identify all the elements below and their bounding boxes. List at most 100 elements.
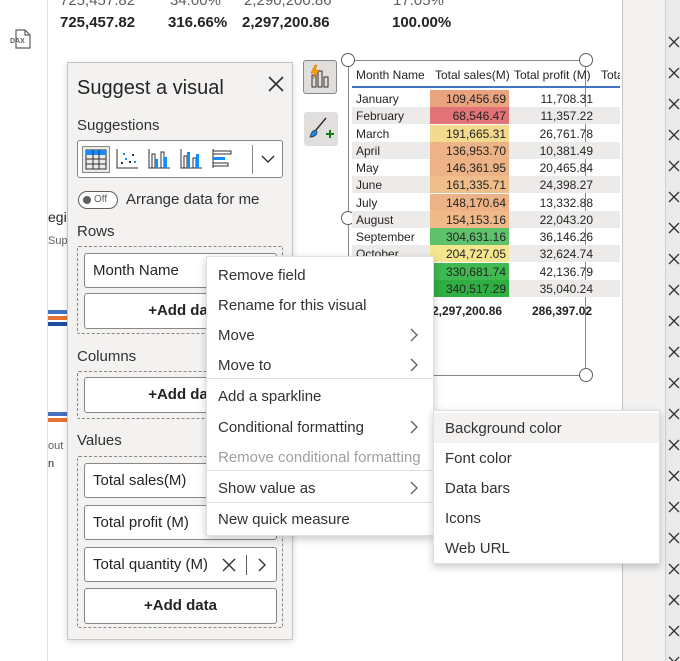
field-name: Total quantity (M) bbox=[93, 556, 209, 573]
suggest-visual-button[interactable] bbox=[303, 60, 337, 94]
column-header[interactable]: Month Name bbox=[356, 68, 425, 82]
chevron-right-icon bbox=[407, 420, 421, 434]
peek-text: n bbox=[48, 458, 55, 470]
chevron-down-icon[interactable] bbox=[258, 149, 278, 169]
sales-value: 68,546.47 bbox=[452, 109, 506, 124]
close-icon[interactable] bbox=[668, 408, 680, 420]
close-icon[interactable] bbox=[668, 439, 680, 451]
close-icon[interactable] bbox=[668, 160, 680, 172]
peek-bar bbox=[48, 322, 67, 326]
column-header[interactable]: Total sales(M) bbox=[435, 68, 510, 82]
menu-item[interactable]: Rename for this visual bbox=[207, 290, 433, 320]
close-button[interactable] bbox=[265, 75, 287, 97]
submenu-item[interactable]: Web URL bbox=[434, 533, 659, 563]
clustered-column-icon[interactable] bbox=[146, 146, 174, 173]
menu-item[interactable]: Move bbox=[207, 320, 433, 350]
format-visual-button[interactable] bbox=[304, 112, 338, 146]
menu-item[interactable]: Add a sparkline bbox=[207, 381, 433, 411]
sales-value: 304,631.16 bbox=[445, 230, 506, 244]
table-row[interactable]: August 154,153.16 22,043.20 bbox=[352, 210, 620, 228]
close-icon[interactable] bbox=[668, 253, 680, 265]
toggle-knob bbox=[83, 196, 91, 204]
profit-cell: 35,040.24 bbox=[539, 281, 593, 296]
month-cell: August bbox=[356, 212, 394, 227]
sales-value: 191,665.31 bbox=[445, 126, 506, 141]
close-icon[interactable] bbox=[668, 470, 680, 482]
table-row[interactable]: July 148,170.64 13,332.88 bbox=[352, 193, 620, 211]
arrange-label: Arrange data for me bbox=[126, 191, 260, 208]
rows-label: Rows bbox=[77, 223, 115, 240]
table-row[interactable]: May 146,361.95 20,465.84 bbox=[352, 159, 620, 176]
submenu-item[interactable]: Font color bbox=[434, 443, 659, 473]
resize-handle[interactable] bbox=[579, 368, 593, 382]
remove-field-icon[interactable] bbox=[220, 556, 238, 574]
chevron-right-icon[interactable] bbox=[255, 557, 269, 573]
dax-query-view-icon[interactable]: DAX bbox=[10, 28, 34, 52]
field-name: Total profit (M) bbox=[93, 514, 189, 531]
table-row[interactable]: March 191,665.31 26,761.78 bbox=[352, 124, 620, 142]
sales-value: 154,153.16 bbox=[445, 212, 506, 227]
submenu-item[interactable]: Background color bbox=[434, 413, 659, 443]
close-icon[interactable] bbox=[668, 346, 680, 358]
menu-item[interactable]: Move to bbox=[207, 350, 433, 380]
close-icon[interactable] bbox=[668, 625, 680, 637]
menu-item[interactable]: Conditional formatting bbox=[207, 412, 433, 442]
profit-cell: 10,381.49 bbox=[539, 143, 593, 158]
close-icon[interactable] bbox=[668, 377, 680, 389]
bar-chart-icon[interactable] bbox=[210, 146, 238, 173]
close-icon[interactable] bbox=[668, 315, 680, 327]
close-icon[interactable] bbox=[668, 36, 680, 48]
values-field[interactable]: Total quantity (M) bbox=[84, 547, 277, 582]
sales-cell: 204,727.05 bbox=[430, 245, 509, 263]
bar-lightning-icon bbox=[310, 64, 329, 88]
column-chart-icon[interactable] bbox=[178, 146, 206, 173]
close-icon[interactable] bbox=[668, 67, 680, 79]
total-profit: 286,397.02 bbox=[532, 304, 593, 318]
cell: 725,457.82 bbox=[60, 14, 136, 31]
cell: 100.00% bbox=[392, 14, 452, 31]
scatter-visual-icon[interactable] bbox=[114, 146, 142, 173]
menu-item[interactable]: New quick measure bbox=[207, 504, 433, 534]
sales-value: 136,953.70 bbox=[445, 143, 506, 158]
column-header[interactable]: Tota bbox=[601, 68, 620, 82]
menu-item[interactable]: Remove field bbox=[207, 260, 433, 290]
table-visual-icon[interactable] bbox=[82, 146, 110, 173]
table-row[interactable]: June 161,335.71 24,398.27 bbox=[352, 176, 620, 194]
chevron-right-icon bbox=[407, 481, 421, 495]
close-icon[interactable] bbox=[668, 129, 680, 141]
partial-table: 725,457.82 34.00% 2,290,200.86 17.05% 72… bbox=[48, 0, 468, 40]
close-icon[interactable] bbox=[668, 284, 680, 296]
close-icon[interactable] bbox=[668, 98, 680, 110]
table-row[interactable]: February 68,546.47 11,357.22 bbox=[352, 107, 620, 125]
column-header[interactable]: Total profit (M) bbox=[514, 68, 591, 82]
menu-item-label: Remove field bbox=[218, 267, 306, 284]
profit-cell: 26,761.78 bbox=[539, 126, 593, 141]
field-name: Month Name bbox=[93, 262, 179, 279]
close-icon[interactable] bbox=[668, 222, 680, 234]
table-row[interactable]: April 136,953.70 10,381.49 bbox=[352, 141, 620, 159]
close-icon[interactable] bbox=[668, 563, 680, 575]
table-row[interactable]: September 304,631.16 36,146.26 bbox=[352, 228, 620, 245]
close-icon[interactable] bbox=[668, 191, 680, 203]
submenu-item[interactable]: Icons bbox=[434, 503, 659, 533]
submenu-item[interactable]: Data bars bbox=[434, 473, 659, 503]
sales-cell: 68,546.47 bbox=[430, 107, 509, 125]
peek-text: out bbox=[48, 440, 64, 452]
peek-text: Sup bbox=[48, 235, 68, 247]
table-row[interactable]: January 109,456.69 11,708.31 bbox=[352, 90, 620, 107]
close-icon[interactable] bbox=[668, 594, 680, 606]
peek-bar bbox=[48, 418, 67, 422]
close-icon[interactable] bbox=[668, 532, 680, 544]
suggestions-bar bbox=[77, 140, 283, 178]
close-icon[interactable] bbox=[668, 656, 680, 661]
divider bbox=[246, 555, 247, 575]
add-data-button[interactable]: +Add data bbox=[84, 588, 277, 624]
profit-cell: 13,332.88 bbox=[539, 195, 593, 210]
panel-title: Suggest a visual bbox=[77, 77, 224, 99]
close-icon[interactable] bbox=[668, 501, 680, 513]
sales-value: 340,517.29 bbox=[445, 281, 506, 296]
menu-item: Remove conditional formatting bbox=[207, 442, 433, 472]
sales-value: 146,361.95 bbox=[445, 161, 506, 175]
menu-item[interactable]: Show value as bbox=[207, 473, 433, 503]
arrange-toggle[interactable]: Off bbox=[78, 191, 118, 209]
